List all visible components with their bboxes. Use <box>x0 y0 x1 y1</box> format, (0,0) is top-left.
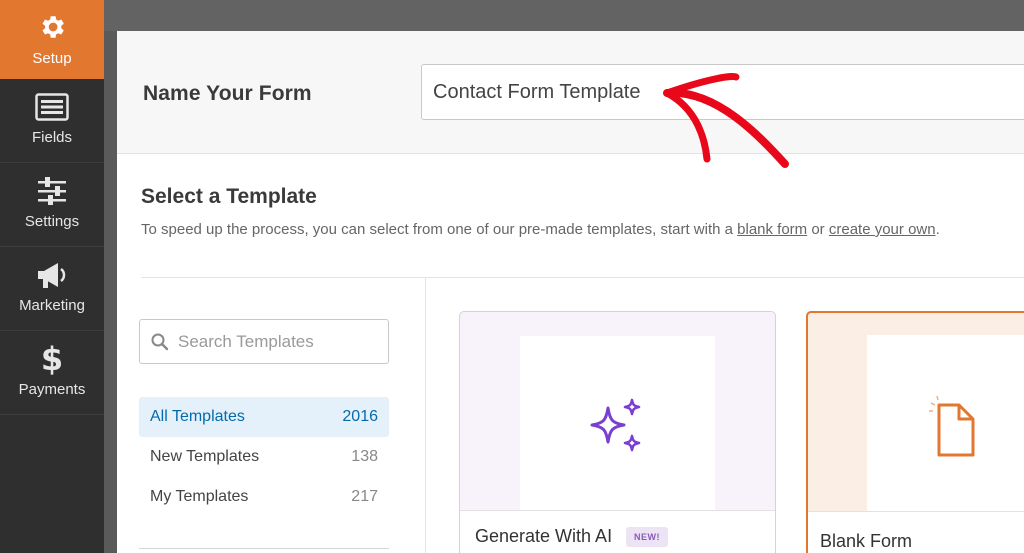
category-count: 138 <box>351 448 378 465</box>
form-name-label: Name Your Form <box>143 82 312 105</box>
svg-text:$: $ <box>41 342 63 376</box>
sidebar-item-label: Marketing <box>19 297 85 314</box>
template-filter-column: All Templates 2016 New Templates 138 My … <box>117 278 426 553</box>
search-box <box>139 319 389 364</box>
fields-icon <box>0 90 104 124</box>
sidebar-item-label: Fields <box>31 129 72 146</box>
gear-icon <box>0 10 104 44</box>
category-count: 217 <box>351 488 378 505</box>
template-thumbnail <box>867 335 1024 511</box>
sparkles-icon <box>586 398 644 461</box>
template-card-title: Blank Form <box>820 531 913 551</box>
sidebar-item-label: Settings <box>24 213 80 230</box>
sidebar-item-label: Setup <box>32 50 72 67</box>
template-card-blank-form[interactable]: Blank Form <box>806 311 1024 553</box>
form-setup-panel: Name Your Form Select a Template To spee… <box>117 31 1024 553</box>
new-badge: NEW! <box>626 527 668 547</box>
create-your-own-link[interactable]: create your own <box>829 221 936 238</box>
category-all-templates[interactable]: All Templates 2016 <box>139 397 389 437</box>
top-bar <box>104 0 1024 31</box>
category-name: My Templates <box>150 488 249 505</box>
template-card-footer: Blank Form <box>808 511 1024 553</box>
category-name: All Templates <box>150 408 245 425</box>
sidebar-item-payments[interactable]: $ Payments <box>0 332 104 415</box>
search-input[interactable] <box>178 320 383 363</box>
blank-document-icon <box>927 393 979 464</box>
sidebar: Setup Fields Settings Marketing $ Paymen… <box>0 0 104 553</box>
template-card-footer: Generate With AI NEW! <box>460 510 775 553</box>
sidebar-item-settings[interactable]: Settings <box>0 164 104 247</box>
sidebar-item-fields[interactable]: Fields <box>0 80 104 163</box>
template-card-title: Generate With AI <box>475 526 613 546</box>
megaphone-icon <box>0 258 104 292</box>
blank-form-link[interactable]: blank form <box>737 221 807 238</box>
search-icon <box>150 332 170 357</box>
category-new-templates[interactable]: New Templates 138 <box>139 437 389 477</box>
divider <box>139 548 389 549</box>
select-template-heading: Select a Template <box>141 185 317 208</box>
select-template-description: To speed up the process, you can select … <box>141 221 940 238</box>
category-count: 2016 <box>342 408 378 425</box>
form-name-row: Name Your Form <box>117 31 1024 168</box>
category-name: New Templates <box>150 448 260 465</box>
sliders-icon <box>0 174 104 208</box>
sidebar-item-setup[interactable]: Setup <box>0 0 104 79</box>
dollar-icon: $ <box>0 342 104 376</box>
category-my-templates[interactable]: My Templates 217 <box>139 477 389 517</box>
sidebar-item-marketing[interactable]: Marketing <box>0 248 104 331</box>
sidebar-item-label: Payments <box>18 381 86 398</box>
template-card-generate-with-ai[interactable]: Generate With AI NEW! <box>459 311 776 553</box>
annotation-arrow-icon <box>663 73 789 168</box>
template-thumbnail <box>520 336 715 510</box>
